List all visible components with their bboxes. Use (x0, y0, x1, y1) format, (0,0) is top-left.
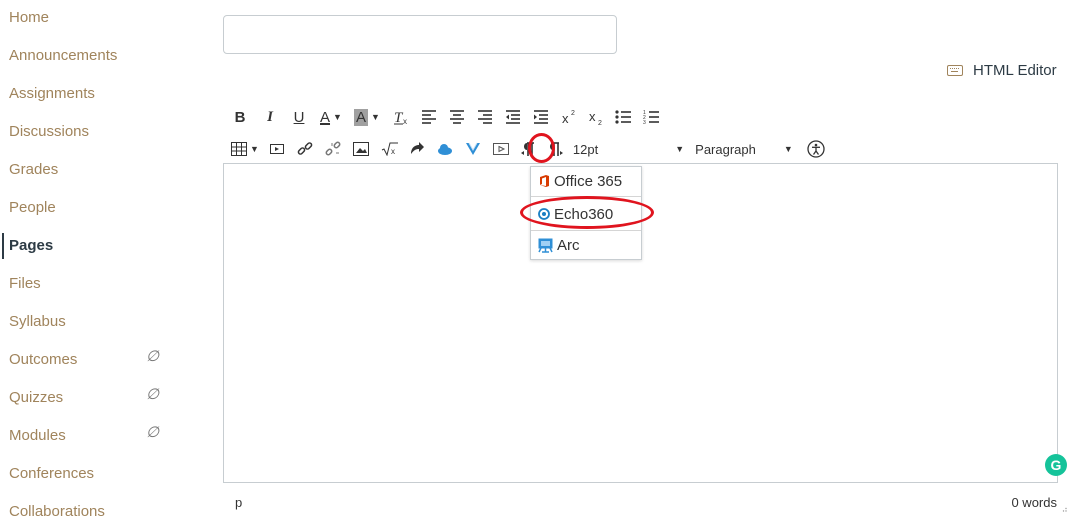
video-button[interactable] (492, 138, 509, 160)
svg-text:2: 2 (571, 110, 575, 117)
cloud-upload-button[interactable] (437, 138, 453, 160)
nav-announcements[interactable]: Announcements (9, 44, 117, 68)
insert-toolbar: ▼ x 12pt ▼ Paragraph ▼ (231, 137, 825, 161)
equation-button[interactable]: x (381, 138, 399, 160)
ltr-button[interactable] (520, 138, 537, 160)
media-button[interactable] (269, 138, 284, 160)
menu-item-office-365[interactable]: Office 365 (531, 167, 641, 195)
bullet-list-button[interactable] (614, 106, 632, 128)
tool-menu-button[interactable] (465, 138, 481, 160)
rtl-button[interactable] (547, 138, 563, 160)
hidden-from-students-icon: ∅ (146, 424, 160, 441)
table-dropdown-icon[interactable]: ▼ (250, 144, 259, 154)
nav-collaborations[interactable]: Collaborations (9, 500, 105, 517)
menu-item-arc[interactable]: Arc (531, 231, 641, 259)
resize-handle-icon[interactable] (1060, 504, 1067, 512)
link-button[interactable] (297, 138, 313, 160)
nav-assignments[interactable]: Assignments (9, 82, 95, 106)
nav-outcomes[interactable]: Outcomes (9, 348, 77, 372)
text-color-dropdown-icon[interactable]: ▼ (333, 112, 342, 122)
menu-item-label: Echo360 (554, 205, 614, 223)
table-button[interactable] (231, 138, 247, 160)
font-size-dropdown-icon[interactable]: ▼ (675, 144, 684, 154)
background-color-button[interactable]: A (353, 108, 368, 126)
menu-divider (531, 196, 641, 197)
page-title-input[interactable] (223, 15, 617, 54)
office-365-icon (540, 175, 549, 187)
menu-item-label: Office 365 (554, 172, 623, 190)
tool-dropdown-menu: Office 365 Echo360 Arc (530, 166, 642, 260)
format-select[interactable]: Paragraph (695, 138, 756, 160)
nav-files[interactable]: Files (9, 272, 41, 296)
italic-button[interactable]: I (261, 106, 279, 128)
nav-pages[interactable]: Pages (9, 234, 53, 258)
svg-text:x: x (403, 117, 407, 126)
nav-people[interactable]: People (9, 196, 56, 220)
outdent-button[interactable] (504, 106, 522, 128)
image-button[interactable] (352, 138, 369, 160)
accessibility-checker-button[interactable] (807, 138, 825, 160)
menu-item-label: Arc (557, 236, 580, 254)
font-size-select[interactable]: 12pt (573, 138, 598, 160)
active-indicator (2, 233, 4, 259)
align-right-button[interactable] (476, 106, 494, 128)
font-size-value: 12pt (572, 141, 599, 157)
arc-icon (538, 238, 553, 253)
format-dropdown-icon[interactable]: ▼ (784, 144, 793, 154)
formatting-toolbar: B I U A ▼ A ▼ Tx x2 x2 123 (231, 105, 660, 129)
nav-syllabus[interactable]: Syllabus (9, 310, 66, 334)
underline-button[interactable]: U (290, 106, 308, 128)
clear-formatting-button[interactable]: Tx (392, 106, 410, 128)
superscript-button[interactable]: x2 (560, 106, 578, 128)
text-color-label: A (320, 108, 331, 126)
format-value: Paragraph (695, 141, 756, 157)
nav-conferences[interactable]: Conferences (9, 462, 94, 486)
indent-button[interactable] (532, 106, 550, 128)
background-color-label: A (355, 108, 366, 126)
bold-button[interactable]: B (231, 106, 249, 128)
echo360-icon (538, 208, 550, 220)
align-left-button[interactable] (420, 106, 438, 128)
text-color-button[interactable]: A (320, 106, 330, 128)
svg-text:x: x (391, 147, 395, 156)
svg-text:2: 2 (598, 120, 602, 126)
nav-discussions[interactable]: Discussions (9, 120, 89, 144)
hidden-from-students-icon: ∅ (146, 348, 160, 365)
svg-text:x: x (589, 109, 596, 124)
html-editor-link[interactable]: HTML Editor (947, 59, 1057, 81)
subscript-button[interactable]: x2 (587, 106, 605, 128)
background-color-dropdown-icon[interactable]: ▼ (371, 112, 380, 122)
nav-home[interactable]: Home (9, 6, 49, 30)
html-editor-label: HTML Editor (973, 61, 1057, 79)
nav-modules[interactable]: Modules (9, 424, 66, 448)
numbered-list-button[interactable]: 123 (642, 106, 660, 128)
nav-quizzes[interactable]: Quizzes (9, 386, 63, 410)
word-count: 0 words (1011, 495, 1057, 510)
menu-item-echo360[interactable]: Echo360 (531, 200, 641, 228)
grammarly-icon[interactable]: G (1045, 454, 1067, 476)
element-path[interactable]: p (235, 495, 242, 510)
align-center-button[interactable] (448, 106, 466, 128)
course-navigation: Home Announcements Assignments Discussio… (0, 0, 200, 517)
svg-text:x: x (562, 111, 569, 126)
svg-text:3: 3 (643, 120, 646, 126)
embed-button[interactable] (409, 138, 425, 160)
unlink-button[interactable] (325, 138, 341, 160)
hidden-from-students-icon: ∅ (146, 386, 160, 403)
keyboard-icon (947, 64, 963, 76)
nav-grades[interactable]: Grades (9, 158, 58, 182)
